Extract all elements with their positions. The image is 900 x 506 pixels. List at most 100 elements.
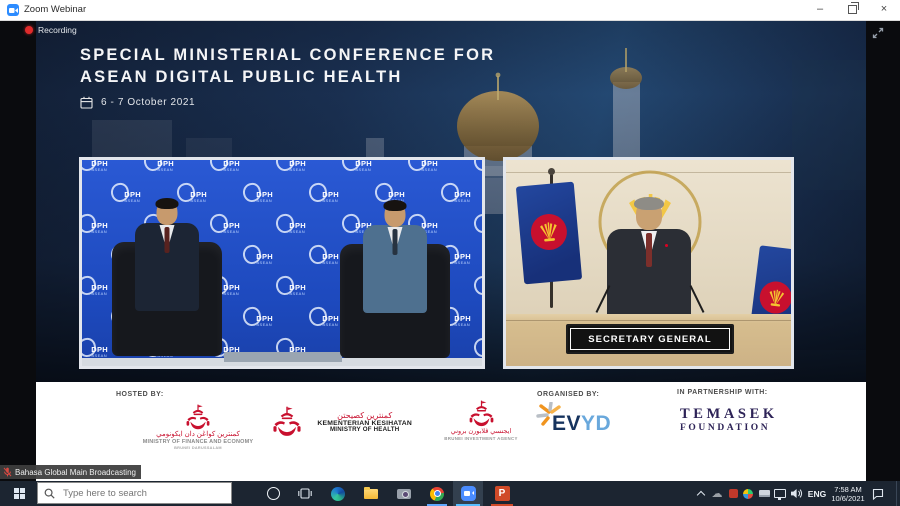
action-center-button[interactable] <box>869 481 887 506</box>
pinwheel-icon <box>743 489 753 499</box>
logo-ministry-of-finance: كمنترين كواڠن دان ايكونومي MINISTRY OF F… <box>128 404 268 451</box>
calendar-icon <box>80 96 93 109</box>
dph-asean-logo: DPHASEAN <box>408 160 438 176</box>
dph-asean-logo: DPHASEAN <box>243 183 273 207</box>
nameplate: SECRETARY GENERAL <box>566 324 734 354</box>
lapel-pin <box>665 244 668 247</box>
logo-brunei-investment-agency: ايجنسي ڤلابورن بروني BRUNEI INVESTMENT A… <box>426 400 536 441</box>
zoom-app-button-active[interactable] <box>453 481 483 506</box>
tray-app-red-button[interactable] <box>726 481 740 506</box>
minimize-button[interactable]: – <box>804 0 836 20</box>
face <box>636 200 662 230</box>
foundation-wordmark: FOUNDATION <box>680 422 778 434</box>
recording-dot-icon <box>25 26 33 34</box>
cortana-button[interactable] <box>258 481 288 506</box>
interpretation-language-chip: Bahasa Global Main Broadcasting <box>0 465 141 479</box>
sponsor-band: HOSTED BY: ORGANISED BY: IN PARTNERSHIP … <box>36 382 866 481</box>
dph-asean-logo: DPHASEAN <box>309 245 339 269</box>
tray-expand-button[interactable] <box>694 481 708 506</box>
network-icon <box>774 489 786 498</box>
asean-flag-circle <box>529 213 568 252</box>
fullscreen-expand-button[interactable] <box>870 25 890 45</box>
hosted-by-label: HOSTED BY: <box>116 391 164 398</box>
camera-app-button[interactable] <box>389 481 419 506</box>
arabic-name: كمنترين كواڠن دان ايكونومي <box>128 431 268 439</box>
windows-taskbar: P ☁ ENG 7:58 AM 10/6/2021 <box>0 481 900 506</box>
dph-asean-logo: DPHASEAN <box>144 160 174 176</box>
volume-button[interactable] <box>788 481 804 506</box>
screen: { "titlebar": { "app_title": "Zoom Webin… <box>0 0 900 506</box>
restore-icon <box>848 5 857 14</box>
dph-asean-logo: DPHASEAN <box>82 160 108 176</box>
conference-title-line1: SPECIAL MINISTERIAL CONFERENCE FOR <box>80 44 495 66</box>
powerpoint-button[interactable]: P <box>487 481 517 506</box>
dph-asean-logo: DPHASEAN <box>309 307 339 331</box>
taskbar-search[interactable] <box>37 482 232 504</box>
dph-asean-logo: DPHASEAN <box>276 214 306 238</box>
partnership-label: IN PARTNERSHIP WITH: <box>677 389 768 396</box>
keyboard-icon <box>759 490 770 497</box>
file-explorer-icon <box>364 489 378 499</box>
clock-time: 7:58 AM <box>834 485 862 494</box>
dph-asean-logo: DPHASEAN <box>243 307 273 331</box>
organised-by-label: ORGANISED BY: <box>537 391 599 398</box>
recording-indicator: Recording <box>25 25 77 35</box>
conference-title-line2: ASEAN DIGITAL PUBLIC HEALTH <box>80 66 495 88</box>
logo-evyd: EVYD <box>536 402 626 442</box>
touch-keyboard-button[interactable] <box>756 481 772 506</box>
search-input[interactable] <box>61 487 225 500</box>
expand-arrows-icon <box>870 25 886 41</box>
latin-name: MINISTRY OF FINANCE AND ECONOMY <box>128 439 268 446</box>
tie <box>393 229 398 255</box>
cortana-icon <box>267 487 280 500</box>
language-indicator[interactable]: ENG <box>804 481 830 506</box>
start-button[interactable] <box>6 481 34 506</box>
cloud-icon: ☁ <box>712 487 723 500</box>
brunei-crest-icon <box>186 404 210 431</box>
face <box>385 202 406 227</box>
clock[interactable]: 7:58 AM 10/6/2021 <box>829 481 867 506</box>
zoom-app-icon <box>7 4 19 16</box>
dph-asean-logo: DPHASEAN <box>474 214 482 238</box>
task-view-button[interactable] <box>290 481 320 506</box>
seated-minister-right <box>340 200 450 358</box>
asean-flag-circle <box>758 280 794 316</box>
show-desktop-button[interactable] <box>896 481 900 506</box>
evyd-wordmark-yd: YD <box>581 412 611 435</box>
dph-asean-logo: DPHASEAN <box>82 214 108 238</box>
restore-button[interactable] <box>836 0 868 20</box>
edge-button[interactable] <box>323 481 353 506</box>
network-button[interactable] <box>772 481 788 506</box>
video-tile-ministers[interactable]: DPHASEANDPHASEANDPHASEANDPHASEANDPHASEAN… <box>79 157 485 369</box>
close-button[interactable]: × <box>868 0 900 20</box>
evyd-wordmark-ev: EV <box>552 412 581 435</box>
temasek-wordmark: TEMASEK <box>680 406 778 422</box>
edge-icon <box>331 487 345 501</box>
latin-subname: BRUNEI DARUSSALAM <box>128 446 268 451</box>
logo-temasek-foundation: TEMASEK FOUNDATION <box>680 406 778 434</box>
tie <box>165 227 170 253</box>
dph-asean-logo: DPHASEAN <box>243 245 273 269</box>
latin-subname: MINISTRY OF HEALTH <box>317 427 412 432</box>
file-explorer-button[interactable] <box>356 481 386 506</box>
zoom-webinar-window: SPECIAL MINISTERIAL CONFERENCE FOR ASEAN… <box>0 20 900 481</box>
onedrive-tray-button[interactable]: ☁ <box>709 481 725 506</box>
tray-app-color-button[interactable] <box>741 481 755 506</box>
video-tile-secretary-general[interactable]: SECRETARY GENERAL <box>503 157 794 369</box>
arabic-name: كمنترين كصيحتن <box>317 412 412 420</box>
chevron-up-icon <box>697 491 705 499</box>
chrome-button[interactable] <box>422 481 452 506</box>
speaker-icon <box>790 488 803 499</box>
interpretation-label: Bahasa Global Main Broadcasting <box>15 468 136 477</box>
search-icon <box>44 488 55 499</box>
tie <box>646 233 652 267</box>
powerpoint-icon: P <box>495 486 510 501</box>
dph-asean-logo: DPHASEAN <box>276 276 306 300</box>
clock-date: 10/6/2021 <box>831 494 864 503</box>
seated-minister-left <box>112 198 222 356</box>
window-title: Zoom Webinar <box>24 0 86 20</box>
task-view-icon <box>298 488 312 499</box>
chrome-icon <box>430 487 444 501</box>
red-app-icon <box>729 489 738 498</box>
studio-table <box>224 352 342 362</box>
